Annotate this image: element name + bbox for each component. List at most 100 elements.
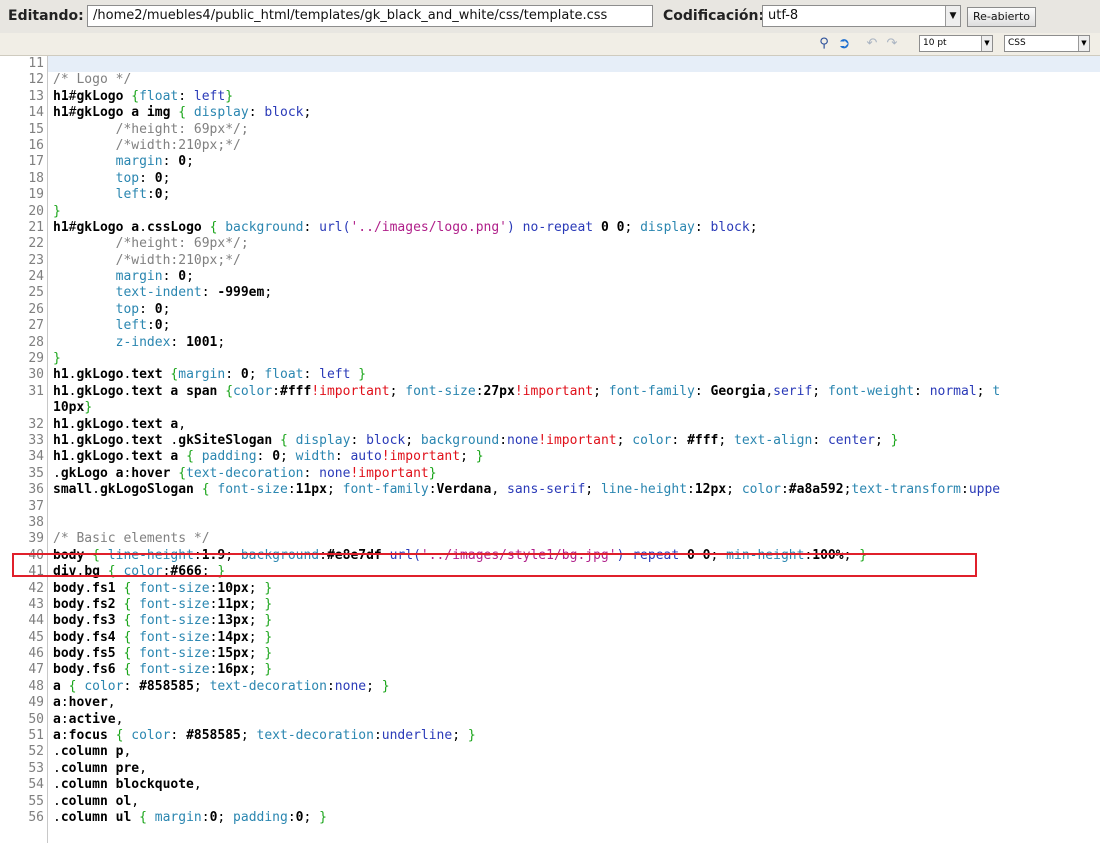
code-token: text a span: [131, 383, 218, 399]
code-line[interactable]: 26 top: 0;: [0, 302, 1100, 318]
code-line[interactable]: 50 a:active,: [0, 712, 1100, 728]
code-line[interactable]: 46 body.fs5 { font-size:15px; }: [0, 646, 1100, 662]
code-line[interactable]: 30 h1.gkLogo.text {margin: 0; float: left…: [0, 367, 1100, 383]
code-line[interactable]: 27 left:0;: [0, 318, 1100, 334]
line-number: 16: [28, 137, 44, 153]
code-token: font-size: [405, 383, 476, 399]
code-token: color: [123, 564, 163, 580]
code-line[interactable]: 20}: [0, 204, 1100, 220]
code-line[interactable]: 52 .column p,: [0, 744, 1100, 760]
code-line[interactable]: 35 .gkLogo a:hover {text-decoration: none…: [0, 466, 1100, 482]
encoding-select[interactable]: utf-8 ▼: [762, 5, 961, 27]
line-number: 14: [28, 105, 44, 121]
code-token: 0: [154, 301, 163, 317]
goto-icon[interactable]: ➲: [835, 35, 853, 52]
code-line[interactable]: 15 /*height: 69px*/;: [0, 122, 1100, 138]
code-line[interactable]: 44 body.fs3 { font-size:13px; }: [0, 613, 1100, 629]
code-line[interactable]: 34 h1.gkLogo.text a { padding: 0; width: …: [0, 449, 1100, 465]
line-number: 56: [28, 809, 44, 825]
code-token: -999em: [217, 285, 265, 301]
code-token: :: [303, 465, 320, 481]
code-line[interactable]: 25 text-indent: -999em;: [0, 285, 1100, 301]
code-line[interactable]: 11: [0, 56, 1100, 72]
code-editor[interactable]: 11 12/* Logo */13 h1#gkLogo {float: left} 1…: [0, 56, 1100, 843]
code-line[interactable]: 49 a:hover,: [0, 695, 1100, 711]
code-line[interactable]: 16 /*width:210px;*/: [0, 138, 1100, 154]
code-token: ;: [162, 187, 171, 203]
code-token: gkLogo: [76, 416, 124, 432]
code-token: ;: [248, 646, 265, 662]
chevron-down-icon[interactable]: ▼: [945, 6, 960, 26]
code-token: ;: [366, 678, 382, 694]
chevron-down-icon[interactable]: ▼: [981, 36, 992, 51]
code-line[interactable]: 55 .column ol,: [0, 794, 1100, 810]
code-line[interactable]: 12 /* Logo */: [0, 72, 1100, 88]
code-line[interactable]: 18 top: 0;: [0, 171, 1100, 187]
code-line[interactable]: 43 body.fs2 { font-size:11px; }: [0, 597, 1100, 613]
code-line[interactable]: 37: [0, 499, 1100, 515]
code-line[interactable]: 41 div.bg { color:#666; }: [0, 564, 1100, 580]
code-token: /* Logo */: [53, 72, 132, 88]
font-size-select[interactable]: 10 pt ▼: [919, 35, 993, 52]
code-token: ,: [115, 711, 124, 727]
code-text: /*height: 69px*/;: [53, 236, 249, 252]
code-line[interactable]: 40 body { line-height:1.9; background:#e8…: [0, 548, 1100, 564]
code-token: :: [671, 432, 688, 448]
code-token: gkLogo: [76, 449, 124, 465]
file-path-input[interactable]: /home2/muebles4/public_html/templates/gk…: [87, 5, 653, 27]
code-token: h1: [53, 88, 69, 104]
code-token: 0: [154, 187, 163, 203]
syntax-select[interactable]: CSS ▼: [1004, 35, 1090, 52]
code-token: :: [170, 334, 187, 350]
code-token: fs1: [92, 580, 116, 596]
chevron-down-icon[interactable]: ▼: [1078, 36, 1089, 51]
line-number: 33: [28, 432, 44, 448]
code-line[interactable]: 53 .column pre,: [0, 761, 1100, 777]
code-token: background: [225, 219, 304, 235]
code-line[interactable]: 17 margin: 0;: [0, 154, 1100, 170]
code-line[interactable]: 56 .column ul { margin:0; padding:0; }: [0, 810, 1100, 826]
code-token: 1001: [186, 334, 218, 350]
code-line[interactable]: 51 a:focus { color: #858585; text-decorat…: [0, 728, 1100, 744]
code-line[interactable]: 38: [0, 515, 1100, 531]
code-token: body: [53, 613, 85, 629]
code-line[interactable]: 42 body.fs1 { font-size:10px; }: [0, 581, 1100, 597]
code-line[interactable]: 19 left:0;: [0, 187, 1100, 203]
code-token: text: [131, 367, 163, 383]
code-line[interactable]: 32 h1.gkLogo.text a,: [0, 417, 1100, 433]
code-token: :: [146, 187, 155, 203]
code-text: h1.gkLogo.text a { padding: 0; width: au…: [53, 449, 484, 465]
code-token: body: [53, 596, 85, 612]
code-line[interactable]: 47 body.fs6 { font-size:16px; }: [0, 662, 1100, 678]
code-token: .: [53, 760, 61, 776]
code-line[interactable]: 23 /*width:210px;*/: [0, 253, 1100, 269]
code-line[interactable]: 14 h1#gkLogo a img { display: block;: [0, 105, 1100, 121]
redo-icon[interactable]: ↷: [885, 35, 899, 52]
code-token: 1.9: [201, 547, 226, 563]
line-number: 52: [28, 744, 44, 760]
reopen-button[interactable]: Re-abierto: [967, 7, 1036, 27]
code-token: !important: [381, 449, 461, 465]
binoculars-icon[interactable]: ⚲: [816, 35, 832, 52]
code-line[interactable]: 24 margin: 0;: [0, 269, 1100, 285]
code-line[interactable]: 21 h1#gkLogo a.cssLogo { background: url(…: [0, 220, 1100, 236]
undo-icon[interactable]: ↶: [865, 35, 879, 52]
code-line[interactable]: 10px}: [0, 400, 1100, 416]
code-line[interactable]: 13 h1#gkLogo {float: left}: [0, 89, 1100, 105]
line-number: 19: [28, 187, 44, 203]
code-line[interactable]: 31 h1.gkLogo.text a span {color:#fff!impo…: [0, 384, 1100, 400]
code-line[interactable]: 29}: [0, 351, 1100, 367]
code-line[interactable]: 28 z-index: 1001;: [0, 335, 1100, 351]
code-line[interactable]: 36 small.gkLogoSlogan { font-size:11px; f…: [0, 482, 1100, 498]
code-line[interactable]: 33 h1.gkLogo.text .gkSiteSlogan { display…: [0, 433, 1100, 449]
code-line[interactable]: 45 body.fs4 { font-size:14px; }: [0, 630, 1100, 646]
code-line[interactable]: 39 /* Basic elements */: [0, 531, 1100, 547]
code-line[interactable]: 48 a { color: #858585; text-decoration:no…: [0, 679, 1100, 695]
code-token: }: [428, 465, 437, 481]
code-token: {: [107, 564, 116, 580]
code-token: :: [256, 449, 273, 465]
code-line[interactable]: 22 /*height: 69px*/;: [0, 236, 1100, 252]
code-line[interactable]: 54 .column blockquote,: [0, 777, 1100, 793]
